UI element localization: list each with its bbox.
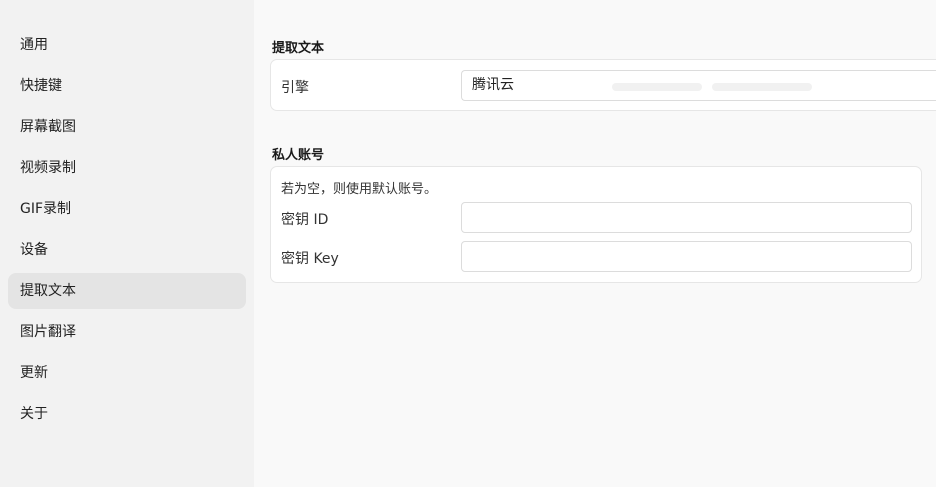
- blurred-region: [712, 83, 812, 91]
- default-account-hint: 若为空，则使用默认账号。: [281, 182, 438, 197]
- sidebar-item-gif-recording[interactable]: GIF录制: [8, 191, 246, 227]
- sidebar-item-video-recording[interactable]: 视频录制: [8, 150, 246, 186]
- sidebar-item-about[interactable]: 关于: [8, 396, 246, 432]
- extract-text-section-title: 提取文本: [272, 41, 325, 56]
- secret-key-label: 密钥 Key: [281, 251, 339, 267]
- sidebar-item-image-translation[interactable]: 图片翻译: [8, 314, 246, 350]
- engine-select[interactable]: 腾讯云: [461, 70, 936, 101]
- engine-select-value: 腾讯云: [472, 77, 514, 93]
- sidebar-item-updates[interactable]: 更新: [8, 355, 246, 391]
- sidebar-item-general[interactable]: 通用: [8, 27, 246, 63]
- private-account-section-title: 私人账号: [272, 148, 325, 163]
- sidebar-item-extract-text[interactable]: 提取文本: [8, 273, 246, 309]
- settings-window: 通用 快捷键 屏幕截图 视频录制 GIF录制 设备 提取文本 图片翻译 更新 关…: [0, 0, 936, 487]
- engine-label: 引擎: [281, 80, 309, 96]
- private-account-card: 若为空，则使用默认账号。 密钥 ID 密钥 Key: [270, 166, 922, 283]
- secret-id-input[interactable]: [461, 202, 912, 233]
- sidebar-item-shortcuts[interactable]: 快捷键: [8, 68, 246, 104]
- secret-id-label: 密钥 ID: [281, 212, 329, 228]
- sidebar-item-devices[interactable]: 设备: [8, 232, 246, 268]
- extract-text-card: 引擎 腾讯云: [270, 59, 936, 111]
- settings-content: 提取文本 引擎 腾讯云 私人账号 若为空，则使用默认账号。 密钥 ID 密钥 K…: [254, 0, 936, 487]
- sidebar-item-screenshot[interactable]: 屏幕截图: [8, 109, 246, 145]
- blurred-region: [612, 83, 702, 91]
- sidebar: 通用 快捷键 屏幕截图 视频录制 GIF录制 设备 提取文本 图片翻译 更新 关…: [0, 0, 254, 487]
- secret-key-input[interactable]: [461, 241, 912, 272]
